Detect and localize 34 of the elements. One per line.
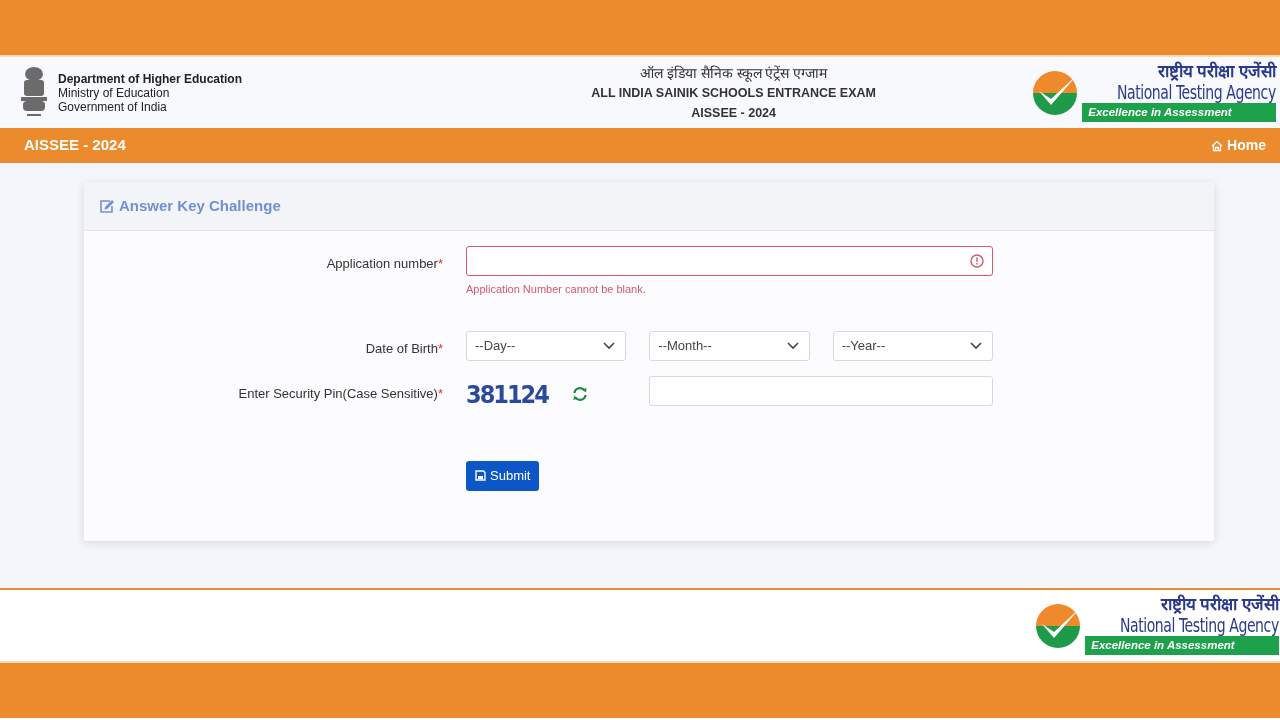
home-icon [1211, 139, 1224, 152]
save-icon [475, 470, 486, 482]
chevron-icon [786, 341, 799, 350]
agency-name: National Testing Agency [1120, 613, 1279, 636]
date-dropdown[interactable]: --Day-- [466, 330, 627, 361]
exam-title-hindi: ऑल इंडिया सैनिक स्कूल एंट्रेंस एग्जाम [638, 63, 829, 83]
edit-icon [99, 198, 115, 214]
agency-tagline: Excellence in Assessment [1085, 635, 1279, 656]
error-icon [970, 254, 984, 268]
date-dropdown[interactable]: --Month-- [649, 330, 810, 361]
field-label: Application number* [325, 255, 443, 273]
field-label: Enter Security Pin(Case Sensitive)* [237, 384, 443, 403]
agency-name-hindi: राष्ट्रीय परीक्षा एजेंसी [1156, 62, 1276, 81]
tick-logo-icon [1034, 601, 1083, 650]
exam-title: ALL INDIA SAINIK SCHOOLS ENTRANCE EXAM [590, 84, 877, 102]
date-dropdown[interactable]: --Year-- [832, 330, 993, 361]
government-name: Government of India [58, 99, 168, 114]
tick-logo-icon [1031, 68, 1080, 117]
chevron-icon [603, 341, 616, 350]
error-message: Application Number cannot be blank. [466, 282, 647, 297]
agency-name-hindi: राष्ट्रीय परीक्षा एजेंसी [1159, 595, 1279, 614]
agency-name: National Testing Agency [1117, 80, 1276, 103]
application-number-field[interactable] [466, 246, 993, 276]
captcha-text: 381124 [466, 378, 548, 411]
agency-tagline: Excellence in Assessment [1082, 102, 1276, 123]
exam-subtitle: AISSEE - 2024 [690, 104, 777, 122]
submit-button[interactable]: Submit [466, 461, 540, 491]
form-title: Answer Key Challenge [119, 195, 281, 216]
ministry-name: Ministry of Education [58, 85, 170, 100]
security-pin-field[interactable] [649, 375, 993, 406]
field-label: Date of Birth* [364, 339, 443, 358]
chevron-icon [970, 341, 982, 350]
refresh-icon[interactable] [571, 386, 588, 403]
department-name: Department of Higher Education [58, 71, 242, 86]
